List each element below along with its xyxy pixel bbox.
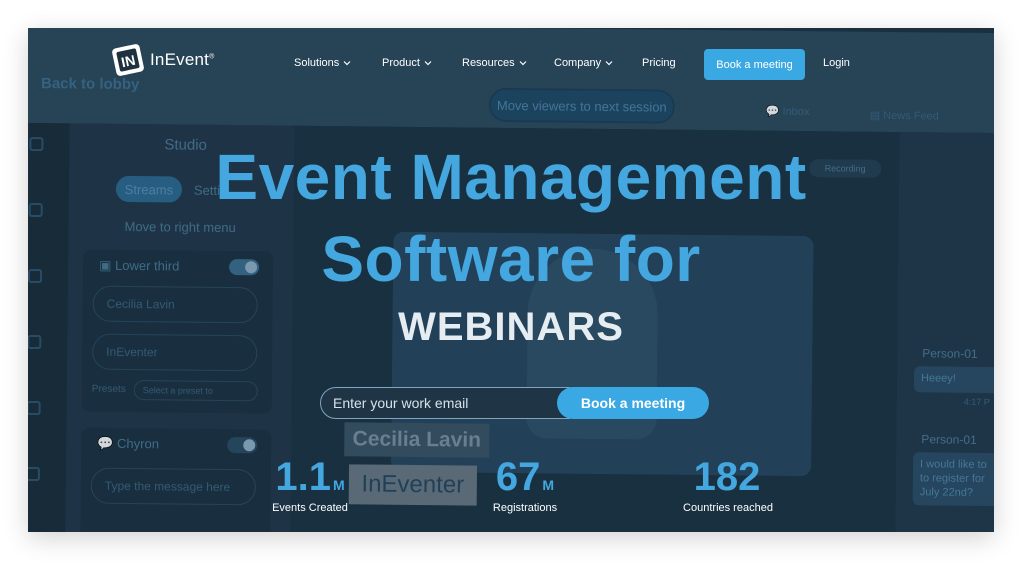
stat-unit: M: [332, 477, 345, 493]
stat-label: Registrations: [492, 502, 558, 514]
nav-label: Resources: [462, 57, 515, 69]
top-nav: IN InEvent® Solutions Product Resources …: [28, 28, 994, 100]
stat-events: 1.1 M Events Created: [250, 454, 370, 514]
screenshot-frame: Back to lobby Move viewers to next sessi…: [28, 28, 994, 532]
chevron-down-icon: [519, 61, 527, 66]
hero-subtitle: WEBINARS: [398, 305, 624, 349]
stat-value: 182: [693, 455, 761, 499]
logo[interactable]: IN InEvent®: [112, 44, 214, 76]
stat-value: 1.1: [275, 455, 331, 499]
nav-label: Company: [554, 57, 602, 69]
nav-resources[interactable]: Resources: [462, 57, 527, 69]
svg-text:IN: IN: [120, 52, 137, 71]
nav-pricing[interactable]: Pricing: [642, 57, 676, 69]
stat-countries: 182 Countries reached: [668, 454, 788, 514]
chevron-down-icon: [343, 61, 351, 66]
nav-label: Solutions: [294, 57, 340, 69]
inevent-logo-icon: IN: [109, 41, 147, 79]
book-meeting-nav-button[interactable]: Book a meeting: [704, 49, 805, 80]
stat-registrations: 67 M Registrations: [465, 454, 585, 514]
stat-unit: M: [542, 477, 555, 493]
work-email-input[interactable]: [320, 387, 570, 419]
stat-label: Events Created: [272, 502, 348, 514]
stat-label: Countries reached: [683, 502, 773, 514]
nav-solutions[interactable]: Solutions: [294, 57, 351, 69]
nav-label: Product: [382, 57, 420, 69]
hero-title-line1: Event Management: [215, 141, 807, 213]
chevron-down-icon: [605, 61, 613, 66]
nav-login[interactable]: Login: [823, 57, 850, 69]
brand-name: InEvent®: [150, 50, 215, 69]
book-meeting-hero-button[interactable]: Book a meeting: [557, 387, 709, 419]
email-signup-form: Book a meeting: [320, 387, 710, 419]
stat-value: 67: [495, 455, 541, 499]
hero-title-line2: Software for: [321, 223, 701, 295]
nav-product[interactable]: Product: [382, 57, 432, 69]
chevron-down-icon: [424, 61, 432, 66]
nav-company[interactable]: Company: [554, 57, 613, 69]
